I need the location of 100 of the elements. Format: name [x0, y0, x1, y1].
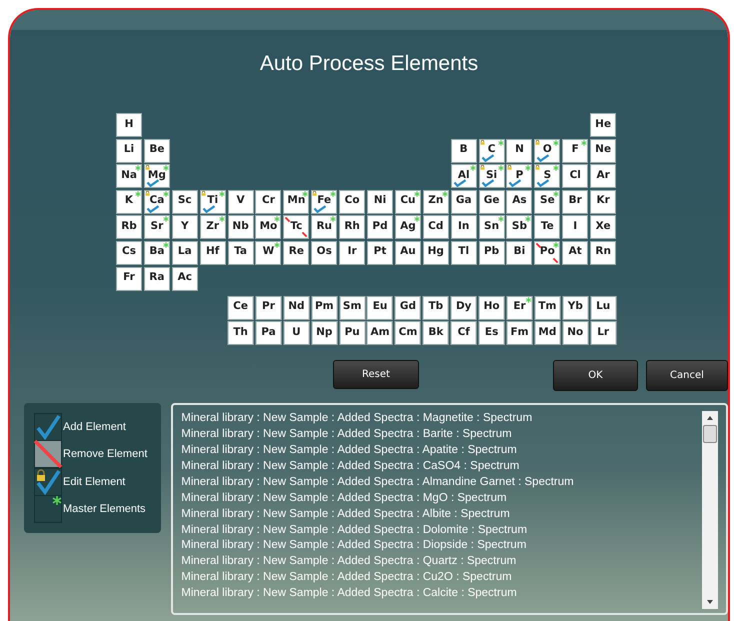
element-cell[interactable]: Pa — [256, 321, 282, 346]
scroll-up-icon[interactable] — [705, 414, 715, 422]
element-cell[interactable]: Nd — [283, 296, 310, 320]
element-cell[interactable]: O — [534, 138, 560, 163]
element-cell[interactable]: Ba — [144, 240, 170, 265]
element-cell[interactable]: Kr — [590, 190, 616, 214]
element-cell[interactable]: Al — [450, 164, 477, 188]
element-cell[interactable]: Hg — [422, 240, 449, 265]
element-cell[interactable]: Cr — [255, 190, 282, 214]
element-cell[interactable]: Lr — [590, 321, 616, 346]
element-cell[interactable]: C — [478, 138, 505, 163]
element-cell[interactable]: Cf — [450, 321, 477, 346]
element-cell[interactable]: W — [255, 240, 282, 265]
element-cell[interactable]: B — [450, 138, 477, 163]
element-cell[interactable]: Gd — [394, 296, 421, 320]
element-cell[interactable]: Tc — [283, 215, 310, 240]
element-cell[interactable]: Cs — [116, 240, 142, 265]
element-cell[interactable]: Ca — [144, 190, 170, 214]
element-cell[interactable]: Te — [534, 215, 560, 240]
element-cell[interactable]: Xe — [590, 215, 616, 240]
ok-button[interactable]: OK — [552, 360, 638, 392]
element-cell[interactable]: Br — [562, 190, 588, 214]
element-cell[interactable]: Rn — [590, 240, 616, 265]
element-cell[interactable]: Nb — [228, 215, 254, 240]
element-cell[interactable]: La — [172, 240, 198, 265]
cancel-button[interactable]: Cancel — [646, 360, 728, 392]
element-cell[interactable]: Y — [172, 215, 198, 240]
element-cell[interactable]: Ni — [367, 190, 394, 214]
element-cell[interactable]: Np — [311, 321, 338, 346]
element-cell[interactable]: Pd — [367, 215, 394, 240]
element-cell[interactable]: No — [562, 321, 588, 346]
element-cell[interactable]: Pm — [311, 296, 338, 320]
element-cell[interactable]: U — [283, 321, 310, 346]
element-cell[interactable]: N — [506, 138, 532, 163]
element-cell[interactable]: Ge — [478, 190, 505, 214]
element-cell[interactable]: Mo — [255, 215, 282, 240]
element-cell[interactable]: Sm — [339, 296, 366, 320]
element-cell[interactable]: Am — [367, 321, 394, 346]
element-cell[interactable]: Bi — [506, 240, 532, 265]
element-cell[interactable]: Cd — [422, 215, 449, 240]
element-cell[interactable]: Ta — [228, 240, 254, 265]
element-cell[interactable]: Rh — [339, 215, 366, 240]
element-cell[interactable]: Li — [116, 138, 142, 163]
element-cell[interactable]: Es — [478, 321, 505, 346]
element-cell[interactable]: P — [506, 164, 532, 188]
scroll-thumb[interactable] — [703, 425, 717, 444]
element-cell[interactable]: Fm — [506, 321, 532, 346]
element-cell[interactable]: Tm — [534, 296, 560, 320]
element-cell[interactable]: F — [562, 138, 588, 163]
element-cell[interactable]: Pr — [256, 296, 282, 320]
element-cell[interactable]: Ne — [590, 138, 616, 163]
element-cell[interactable]: Tb — [422, 296, 449, 320]
element-cell[interactable]: He — [590, 113, 616, 137]
element-cell[interactable]: Ce — [228, 296, 254, 320]
scrollbar[interactable] — [702, 411, 718, 610]
element-cell[interactable]: Sn — [478, 215, 505, 240]
element-cell[interactable]: Sb — [506, 215, 532, 240]
element-cell[interactable]: Ra — [144, 266, 170, 291]
element-cell[interactable]: Se — [534, 190, 560, 214]
element-cell[interactable]: Fe — [311, 190, 338, 214]
element-cell[interactable]: Ir — [339, 240, 366, 265]
element-cell[interactable]: Zr — [200, 215, 226, 240]
element-cell[interactable]: Hf — [200, 240, 226, 265]
element-cell[interactable]: Ho — [478, 296, 505, 320]
element-cell[interactable]: Th — [228, 321, 254, 346]
element-cell[interactable]: At — [562, 240, 588, 265]
element-cell[interactable]: Lu — [590, 296, 616, 320]
element-cell[interactable]: Cu — [394, 190, 421, 214]
scroll-down-icon[interactable] — [705, 598, 715, 606]
element-cell[interactable]: As — [506, 190, 532, 214]
element-cell[interactable]: Eu — [367, 296, 394, 320]
element-cell[interactable]: Au — [394, 240, 421, 265]
reset-button[interactable]: Reset — [333, 360, 419, 390]
element-cell[interactable]: Ac — [172, 266, 198, 291]
element-cell[interactable]: Yb — [562, 296, 588, 320]
element-cell[interactable]: Co — [339, 190, 366, 214]
element-cell[interactable]: Sc — [172, 190, 198, 214]
element-cell[interactable]: Ru — [311, 215, 338, 240]
element-cell[interactable]: Bk — [422, 321, 449, 346]
element-cell[interactable]: Sr — [144, 215, 170, 240]
element-cell[interactable]: Fr — [116, 266, 142, 291]
element-cell[interactable]: Md — [534, 321, 560, 346]
element-cell[interactable]: Tl — [450, 240, 477, 265]
element-cell[interactable]: Pt — [367, 240, 394, 265]
element-cell[interactable]: Be — [144, 138, 170, 163]
element-cell[interactable]: Mg — [144, 164, 170, 188]
element-cell[interactable]: Er — [506, 296, 532, 320]
element-cell[interactable]: Cm — [394, 321, 421, 346]
element-cell[interactable]: Dy — [450, 296, 477, 320]
element-cell[interactable]: In — [450, 215, 477, 240]
element-cell[interactable]: Re — [283, 240, 310, 265]
element-cell[interactable]: K — [116, 190, 142, 214]
element-cell[interactable]: Mn — [283, 190, 310, 214]
element-cell[interactable]: Pu — [339, 321, 366, 346]
element-cell[interactable]: Ag — [394, 215, 421, 240]
element-cell[interactable]: Po — [534, 240, 560, 265]
element-cell[interactable]: Na — [116, 164, 142, 188]
element-cell[interactable]: S — [534, 164, 560, 188]
element-cell[interactable]: Cl — [562, 164, 588, 188]
element-cell[interactable]: Rb — [116, 215, 142, 240]
